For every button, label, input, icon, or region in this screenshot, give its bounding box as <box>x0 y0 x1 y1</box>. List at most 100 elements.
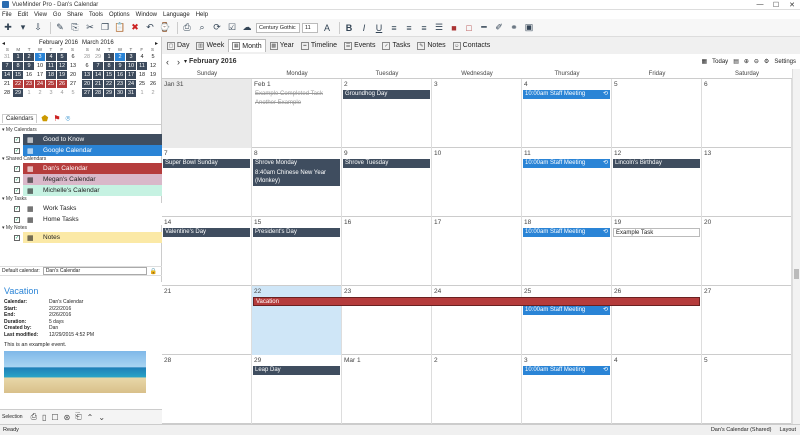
mini-day[interactable]: 6 <box>82 62 92 70</box>
mini-day[interactable]: 28 <box>82 53 92 61</box>
align-center-icon[interactable]: ≡ <box>403 22 415 34</box>
calendar-item[interactable]: ✓ Home Tasks ▦ <box>14 214 162 225</box>
tab-events[interactable]: ☰ Events <box>341 39 378 52</box>
tab-tasks[interactable]: ✓ Tasks <box>379 39 413 52</box>
default-calendar-select[interactable]: Dan's Calendar <box>42 267 147 275</box>
mini-day[interactable]: 16 <box>24 71 34 79</box>
day-cell[interactable]: 10 <box>432 148 522 217</box>
day-cell[interactable]: 17 <box>432 217 522 286</box>
calendar-checkbox[interactable]: ✓ <box>14 187 20 194</box>
mini-day[interactable]: 3 <box>35 53 45 61</box>
search-icon[interactable]: ⌕ <box>196 22 208 34</box>
delete-icon[interactable]: ✖ <box>129 22 141 34</box>
mini-day[interactable]: 15 <box>13 71 23 79</box>
menu-item-edit[interactable]: Edit <box>18 12 28 18</box>
import-icon[interactable]: ⇩ <box>32 22 44 34</box>
mini-day[interactable]: 2 <box>148 89 158 97</box>
day-cell[interactable]: 27 <box>702 286 792 355</box>
mini-day[interactable]: 1 <box>137 89 147 97</box>
italic-icon[interactable]: I <box>358 22 370 34</box>
day-cell[interactable]: 6 <box>702 79 792 148</box>
lock-icon[interactable]: 🔒 <box>150 268 157 275</box>
mini-calendar-march[interactable]: March 2016 ▸ S M T W T F S 28 29 1 2 3 4 5 6 7 8 9 10 11 12 13 1… <box>82 39 158 97</box>
menu-item-window[interactable]: Window <box>136 12 157 18</box>
mini-day[interactable]: 15 <box>104 71 114 79</box>
mini-day[interactable]: 27 <box>82 89 92 97</box>
mini-day[interactable]: 31 <box>126 89 136 97</box>
mini-day[interactable]: 23 <box>24 80 34 88</box>
edit-icon[interactable]: ✎ <box>54 22 66 34</box>
mini-day[interactable]: 21 <box>93 80 103 88</box>
note-icon[interactable]: ☐ <box>51 413 58 422</box>
tab-notes[interactable]: ✎ Notes <box>414 39 448 52</box>
calendar-event[interactable]: Example Completed Task <box>253 90 340 99</box>
cut-icon[interactable]: ✂ <box>84 22 96 34</box>
mini-day[interactable]: 22 <box>13 80 23 88</box>
mini-day[interactable]: 19 <box>57 71 67 79</box>
mini-day[interactable]: 1 <box>24 89 34 97</box>
mini-day[interactable]: 22 <box>104 80 114 88</box>
menu-item-language[interactable]: Language <box>163 12 190 18</box>
day-cell[interactable]: 16 <box>342 217 432 286</box>
scroll-down-icon[interactable]: ⌄ <box>98 413 105 422</box>
calendar-event[interactable]: Shrove Monday <box>253 159 340 168</box>
calendar-item[interactable]: ✓ Good to Know ▦ <box>14 134 162 145</box>
border-color-icon[interactable]: □ <box>463 22 475 34</box>
bold-icon[interactable]: B <box>343 22 355 34</box>
today-button[interactable]: Today <box>712 59 728 65</box>
new-icon[interactable]: ✚ <box>2 22 14 34</box>
mini-day[interactable]: 29 <box>104 89 114 97</box>
mini-day[interactable]: 29 <box>93 53 103 61</box>
mini-day[interactable]: 24 <box>126 80 136 88</box>
tag-icon[interactable]: ⬟ <box>41 114 48 123</box>
tab-timeline[interactable]: ━ Timeline <box>298 39 340 52</box>
mini-day[interactable]: 9 <box>115 62 125 70</box>
mini-day[interactable]: 12 <box>57 62 67 70</box>
calendar-event[interactable]: 10:00am Staff Meeting ⟲ <box>523 306 610 315</box>
calendar-event[interactable]: Vacation <box>253 297 700 306</box>
calendar-group[interactable]: ▾ My Notes <box>0 225 162 232</box>
calendar-item[interactable]: ✓ Megan's Calendar ▦ <box>14 174 162 185</box>
paste-icon[interactable]: 📋 <box>114 22 126 34</box>
undo-icon[interactable]: ↶ <box>144 22 156 34</box>
zoom-out-icon[interactable]: ⊖ <box>754 58 759 65</box>
cloud-icon[interactable]: ☁ <box>241 22 253 34</box>
mini-day[interactable]: 4 <box>57 89 67 97</box>
next-month-icon[interactable]: ▸ <box>155 40 158 47</box>
previous-month-button[interactable]: ‹ <box>166 57 169 67</box>
fill-color-icon[interactable]: ■ <box>448 22 460 34</box>
calendar-checkbox[interactable]: ✓ <box>14 147 20 154</box>
prev-month-icon[interactable]: ◂ <box>2 40 5 47</box>
calendar-group[interactable]: ▾ Shared Calendars <box>0 156 162 163</box>
calendar-event[interactable]: 8:40am Chinese New Year (Monkey) <box>253 168 340 186</box>
mini-day[interactable]: 21 <box>2 80 12 88</box>
mini-day[interactable]: 18 <box>137 71 147 79</box>
menu-item-options[interactable]: Options <box>109 12 130 18</box>
menu-item-view[interactable]: View <box>34 12 47 18</box>
day-cell[interactable]: Jan 31 <box>162 79 252 148</box>
reminder-icon[interactable]: ⌚ <box>159 22 171 34</box>
line-style-icon[interactable]: ━ <box>478 22 490 34</box>
phone-icon[interactable]: ▯ <box>42 413 46 422</box>
calendar-event[interactable]: Shrove Tuesday <box>343 159 430 168</box>
calendar-event[interactable]: 10:00am Staff Meeting ⟲ <box>523 90 610 99</box>
today-icon[interactable]: ▦ <box>702 58 708 65</box>
attachment-icon[interactable]: ⎘ <box>69 22 81 34</box>
day-cell[interactable]: Mar 1 <box>342 355 432 424</box>
mini-day[interactable]: 4 <box>137 53 147 61</box>
mini-day[interactable]: 24 <box>35 80 45 88</box>
calendar-checkbox[interactable]: ✓ <box>14 176 20 183</box>
mini-day[interactable]: 5 <box>68 89 78 97</box>
mini-day[interactable]: 19 <box>148 71 158 79</box>
day-cell[interactable]: 5 <box>702 355 792 424</box>
align-left-icon[interactable]: ≡ <box>388 22 400 34</box>
scrollbar-thumb[interactable] <box>794 269 799 279</box>
day-cell[interactable]: 28 <box>162 355 252 424</box>
mini-day[interactable]: 14 <box>2 71 12 79</box>
calendar-event[interactable]: 10:00am Staff Meeting ⟲ <box>523 159 610 168</box>
sync-icon[interactable]: ⟳ <box>211 22 223 34</box>
calendar-checkbox[interactable]: ✓ <box>14 234 20 241</box>
font-size-select[interactable]: 11 <box>302 22 318 33</box>
print-icon[interactable]: ⎙ <box>31 412 37 422</box>
mini-day[interactable]: 17 <box>35 71 45 79</box>
